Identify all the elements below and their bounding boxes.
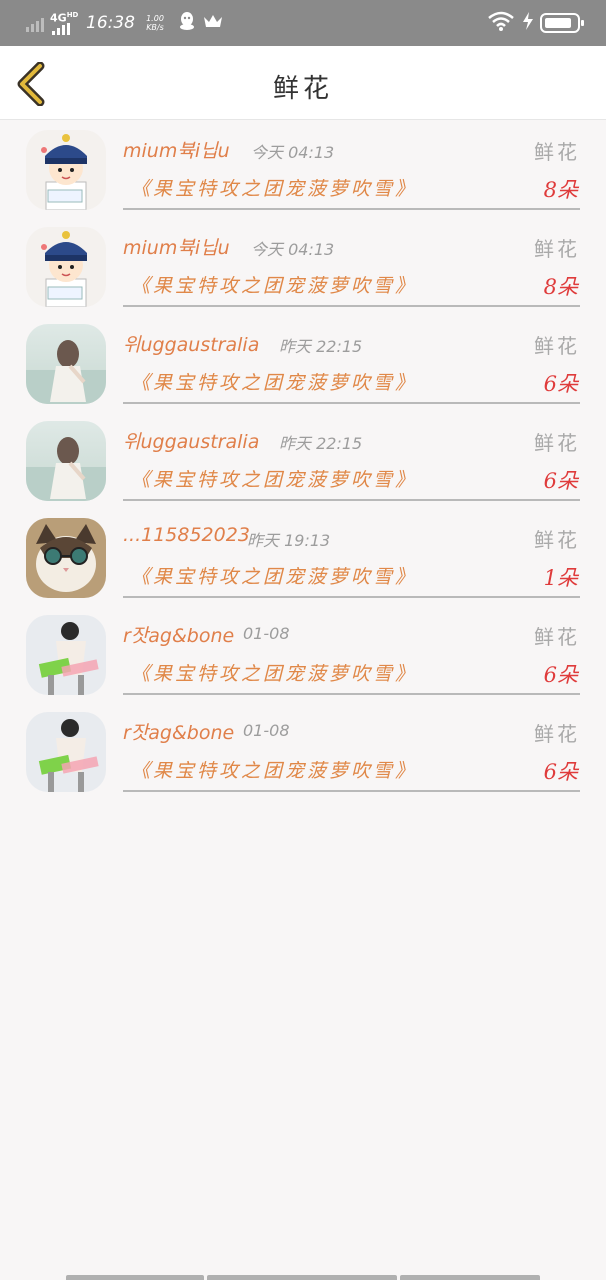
flower-count: 6朵 [543,372,578,396]
avatar[interactable] [26,712,106,792]
gift-type-label: 鲜花 [534,528,580,552]
flower-count: 6朵 [543,469,578,493]
gift-type-label: 鲜花 [534,140,580,164]
avatar[interactable] [26,130,106,210]
divider [123,596,580,598]
list-item[interactable]: 위uggaustralia 昨天 22:15 鲜花 《果宝特攻之团宠菠萝吹雪》 … [0,411,606,508]
divider [123,790,580,792]
signal-weak-icon [26,14,46,32]
book-title[interactable]: 《果宝特攻之团宠菠萝吹雪》 [131,659,417,686]
list-item[interactable]: 위uggaustralia 昨天 22:15 鲜花 《果宝特攻之团宠菠萝吹雪》 … [0,314,606,411]
crown-icon [203,13,223,33]
divider [123,305,580,307]
gift-type-label: 鲜花 [534,625,580,649]
gift-record-list: mium뷱i닙u 今天 04:13 鲜花 《果宝特攻之团宠菠萝吹雪》 8朵 mi… [0,120,606,799]
gift-type-label: 鲜花 [534,237,580,261]
gift-type-label: 鲜花 [534,334,580,358]
divider [123,693,580,695]
timestamp: 昨天 22:15 [279,337,363,356]
list-item[interactable]: mium뷱i닙u 今天 04:13 鲜花 《果宝特攻之团宠菠萝吹雪》 8朵 [0,120,606,217]
user-name[interactable]: 위uggaustralia [123,427,259,454]
timestamp: 01-08 [243,624,290,643]
page-title: 鲜花 [272,74,333,104]
timestamp: 01-08 [243,721,290,740]
flower-count: 8朵 [543,178,578,202]
user-name[interactable]: r잣ag&bone [123,718,234,745]
list-item[interactable]: r잣ag&bone 01-08 鲜花 《果宝特攻之团宠菠萝吹雪》 6朵 [0,605,606,702]
list-item[interactable]: ...115852023 昨天 19:13 鲜花 《果宝特攻之团宠菠萝吹雪》 1… [0,508,606,605]
network-4g-icon: 4GHD [50,11,80,35]
flower-count: 1朵 [543,566,578,590]
timestamp: 今天 04:13 [251,240,335,259]
flower-count: 6朵 [543,663,578,687]
list-item[interactable]: mium뷱i닙u 今天 04:13 鲜花 《果宝特攻之团宠菠萝吹雪》 8朵 [0,217,606,314]
avatar[interactable] [26,421,106,501]
user-name[interactable]: 위uggaustralia [123,330,259,357]
avatar[interactable] [26,324,106,404]
divider [123,208,580,210]
book-title[interactable]: 《果宝特攻之团宠菠萝吹雪》 [131,271,417,298]
net-speed: 1.00 KB/s [146,14,164,32]
timestamp: 今天 04:13 [251,143,335,162]
flower-count: 8朵 [543,275,578,299]
gift-type-label: 鲜花 [534,431,580,455]
bottom-handle [66,1275,543,1280]
charging-icon [522,11,534,35]
book-title[interactable]: 《果宝特攻之团宠菠萝吹雪》 [131,465,417,492]
timestamp: 昨天 19:13 [247,531,331,550]
user-name[interactable]: ...115852023 [123,524,250,546]
divider [123,499,580,501]
book-title[interactable]: 《果宝特攻之团宠菠萝吹雪》 [131,756,417,783]
qq-icon [179,11,195,35]
avatar[interactable] [26,518,106,598]
divider [123,402,580,404]
book-title[interactable]: 《果宝特攻之团宠菠萝吹雪》 [131,562,417,589]
flower-count: 6朵 [543,760,578,784]
clock: 16:38 [86,13,135,33]
battery-icon [540,13,584,33]
nav-bar: 鲜花 [0,46,606,120]
avatar[interactable] [26,227,106,307]
user-name[interactable]: mium뷱i닙u [123,233,230,260]
avatar[interactable] [26,615,106,695]
wifi-icon [488,11,514,35]
user-name[interactable]: r잣ag&bone [123,621,234,648]
timestamp: 昨天 22:15 [279,434,363,453]
gift-type-label: 鲜花 [534,722,580,746]
status-bar: 4GHD 16:38 1.00 KB/s [0,0,606,46]
book-title[interactable]: 《果宝特攻之团宠菠萝吹雪》 [131,368,417,395]
list-item[interactable]: r잣ag&bone 01-08 鲜花 《果宝特攻之团宠菠萝吹雪》 6朵 [0,702,606,799]
user-name[interactable]: mium뷱i닙u [123,136,230,163]
book-title[interactable]: 《果宝特攻之团宠菠萝吹雪》 [131,174,417,201]
